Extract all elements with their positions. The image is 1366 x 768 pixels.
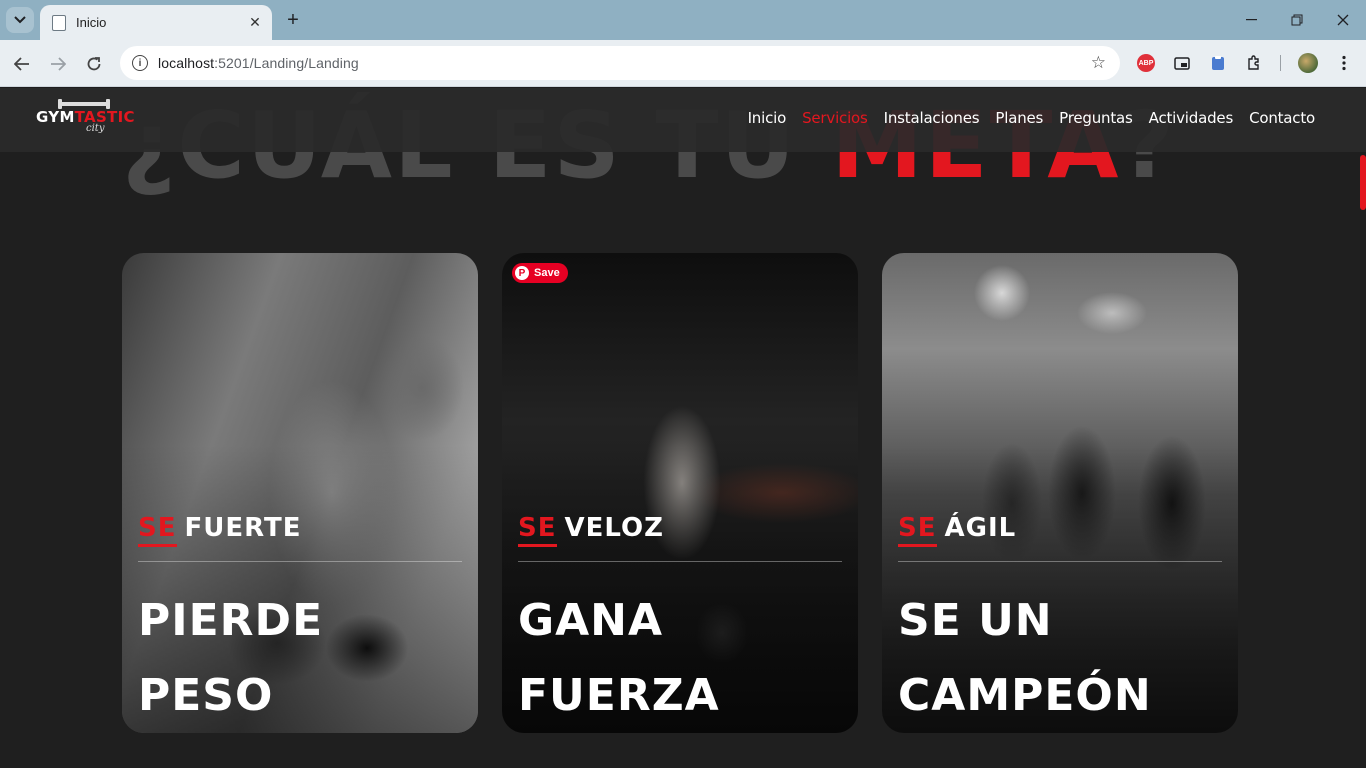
card-label: SE FUERTE [138, 513, 302, 547]
card-label-word: FUERTE [184, 513, 302, 543]
bookmark-star-icon[interactable]: ☆ [1091, 53, 1106, 73]
forward-button[interactable] [44, 50, 72, 78]
url-path: :5201/Landing/Landing [214, 55, 359, 71]
card-title-line-2: PESO [138, 670, 274, 721]
card-label: SE VELOZ [518, 513, 664, 547]
browser-menu-button[interactable] [1333, 52, 1355, 74]
nav-preguntas[interactable]: Preguntas [1059, 109, 1133, 127]
card-title-line-1: PIERDE [138, 595, 324, 646]
chevron-down-icon [14, 16, 26, 24]
arrow-left-icon [14, 57, 29, 71]
profile-button[interactable] [1297, 52, 1319, 74]
card-label-se: SE [898, 513, 937, 547]
nav-contacto[interactable]: Contacto [1249, 109, 1315, 127]
logo-text-gym: GYM [36, 108, 75, 126]
scrollbar-thumb[interactable] [1360, 155, 1366, 210]
adblock-extension-button[interactable]: ABP [1135, 52, 1157, 74]
browser-tab[interactable]: Inicio ✕ [40, 5, 272, 40]
minimize-icon [1245, 19, 1257, 21]
logo-text-tastic: TASTIC [74, 108, 135, 126]
nav-actividades[interactable]: Actividades [1149, 109, 1234, 127]
nav-servicios[interactable]: Servicios [802, 109, 868, 127]
pinterest-save-button[interactable]: P Save [512, 263, 568, 283]
card-title-line-1: GANA [518, 595, 664, 646]
card-label-word: VELOZ [564, 513, 664, 543]
card-label-word: ÁGIL [944, 513, 1017, 543]
logo-barbell [60, 102, 108, 106]
card-divider [138, 561, 462, 562]
picture-in-picture-icon [1174, 56, 1190, 70]
card-title: GANA FUERZA [518, 583, 720, 733]
card-label: SE ÁGIL [898, 513, 1017, 547]
browser-toolbar: i localhost:5201/Landing/Landing ☆ ABP [0, 40, 1366, 87]
reload-button[interactable] [80, 50, 108, 78]
card-title-line-2: FUERZA [518, 670, 720, 721]
new-tab-button[interactable]: + [282, 9, 304, 31]
site-info-icon[interactable]: i [132, 55, 148, 71]
minimize-button[interactable] [1228, 0, 1274, 40]
card-label-se: SE [518, 513, 557, 547]
logo-subtext: city [86, 123, 105, 134]
arrow-right-icon [51, 57, 66, 71]
card-divider [518, 561, 842, 562]
puzzle-piece-icon [1248, 55, 1259, 70]
card-title-line-1: SE UN [898, 595, 1053, 646]
card-divider [898, 561, 1222, 562]
nav-instalaciones[interactable]: Instalaciones [884, 109, 980, 127]
nav-planes[interactable]: Planes [995, 109, 1043, 127]
nav-inicio[interactable]: Inicio [748, 109, 787, 127]
picture-in-picture-button[interactable] [1171, 52, 1193, 74]
card-title: SE UN CAMPEÓN [898, 583, 1152, 733]
service-card-be-champion[interactable]: SE ÁGIL SE UN CAMPEÓN [882, 253, 1238, 733]
tab-search-button[interactable] [6, 7, 34, 33]
tab-title: Inicio [76, 15, 107, 30]
reload-icon [87, 57, 101, 71]
main-menu: Inicio Servicios Instalaciones Planes Pr… [748, 109, 1316, 127]
restore-icon [1291, 14, 1303, 26]
page-viewport: ¿CUÁL ES TU META? GYMTASTIC city Inicio … [0, 88, 1366, 768]
pin-label: Save [534, 267, 560, 279]
service-card-lose-weight[interactable]: SE FUERTE PIERDE PESO [122, 253, 478, 733]
address-bar[interactable]: i localhost:5201/Landing/Landing ☆ [120, 46, 1120, 80]
adblock-icon: ABP [1137, 54, 1155, 72]
toolbar-separator [1280, 55, 1281, 71]
card-label-se: SE [138, 513, 177, 547]
url-host: localhost [158, 55, 215, 71]
url-text: localhost:5201/Landing/Landing [158, 55, 359, 71]
site-logo[interactable]: GYMTASTIC city [34, 99, 140, 140]
more-vertical-icon [1342, 55, 1346, 71]
close-icon [1337, 14, 1349, 26]
extension-button[interactable] [1207, 52, 1229, 74]
site-navbar: GYMTASTIC city Inicio Servicios Instalac… [0, 88, 1366, 152]
extensions-menu-button[interactable] [1243, 52, 1265, 74]
pinterest-icon: P [515, 266, 529, 280]
clipboard-icon [1212, 56, 1224, 70]
card-title: PIERDE PESO [138, 583, 323, 733]
back-button[interactable] [8, 50, 36, 78]
service-card-gain-strength[interactable]: P Save SE VELOZ GANA FUERZA [502, 253, 858, 733]
restore-button[interactable] [1274, 0, 1320, 40]
page-favicon-icon [52, 14, 66, 31]
close-window-button[interactable] [1320, 0, 1366, 40]
avatar [1298, 53, 1318, 73]
browser-tab-bar: Inicio ✕ + [0, 0, 1366, 40]
card-title-line-2: CAMPEÓN [898, 670, 1152, 721]
tab-close-icon[interactable]: ✕ [246, 14, 264, 32]
